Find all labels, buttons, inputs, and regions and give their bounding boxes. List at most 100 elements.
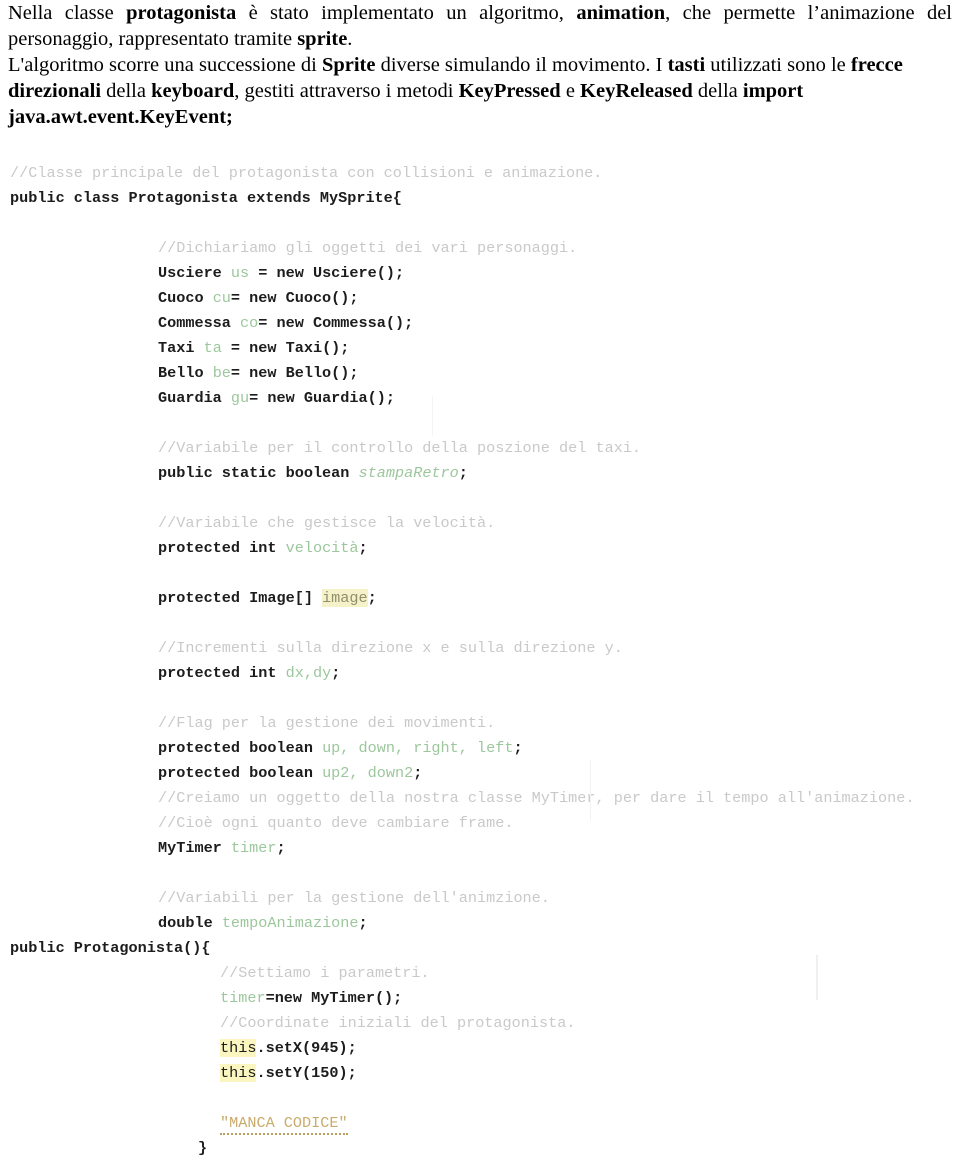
prose-text: della (692, 80, 743, 102)
intro-prose: Nella classe protagonista è stato implem… (8, 0, 952, 130)
code-token-cmt: //Flag per la gestione dei movimenti. (158, 714, 496, 733)
code-token-kw: = new Cuoco(); (230, 289, 359, 308)
code-token-kw: =new MyTimer(); (265, 989, 403, 1008)
prose-emphasis: keyboard (151, 80, 235, 102)
code-token-cmt: //Dichiariamo gli oggetti dei vari perso… (158, 239, 578, 258)
code-token-kw: public Protagonista(){ (10, 939, 211, 958)
code-line: protected boolean up2, down2; (0, 761, 960, 786)
code-token-var: up2, down2 (322, 764, 414, 783)
code-token-kw: protected Image[] (158, 589, 323, 608)
java-code-listing: //Classe principale del protagonista con… (0, 161, 960, 1161)
code-line: double tempoAnimazione; (0, 911, 960, 936)
code-token-kw: .setY(150); (256, 1064, 357, 1083)
prose-text: della (101, 80, 152, 102)
code-line: protected boolean up, down, right, left; (0, 736, 960, 761)
code-line: //Dichiariamo gli oggetti dei vari perso… (0, 236, 960, 261)
code-token-kw: double (158, 914, 222, 933)
code-token-kw: protected boolean (158, 739, 323, 758)
code-token-var: velocità (285, 539, 359, 558)
prose-paragraph-1: Nella classe protagonista è stato implem… (8, 0, 952, 52)
code-line: Usciere us = new Usciere(); (0, 261, 960, 286)
code-token-var: up, down, right, left (322, 739, 514, 758)
code-token-var: be (212, 364, 231, 383)
code-line: public class Protagonista extends MySpri… (0, 186, 960, 211)
code-token-var: tempoAnimazione (221, 914, 359, 933)
code-line: } (0, 1136, 960, 1161)
prose-emphasis: KeyReleased (580, 80, 693, 102)
code-line: //Creiamo un oggetto della nostra classe… (0, 786, 960, 811)
code-token-var: co (240, 314, 259, 333)
code-line: public Protagonista(){ (0, 936, 960, 961)
code-line: Commessa co= new Commessa(); (0, 311, 960, 336)
code-token-cmt: //Variabile che gestisce la velocità. (158, 514, 496, 533)
code-token-cmt: //Creiamo un oggetto della nostra classe… (158, 789, 915, 808)
code-token-kw: .setX(945); (256, 1039, 357, 1058)
code-token-cmt: //Variabili per la gestione dell'animzio… (158, 889, 550, 908)
code-token-hl: this (220, 1039, 257, 1058)
code-line: //Variabile che gestisce la velocità. (0, 511, 960, 536)
code-token-vari: stampaRetro (358, 464, 459, 483)
code-token-kw: ; (413, 764, 423, 783)
code-line: //Settiamo i parametri. (0, 961, 960, 986)
code-line: //Variabile per il controllo della poszi… (0, 436, 960, 461)
code-token-kw: Usciere (158, 264, 231, 283)
prose-text: utilizzati sono le (705, 54, 851, 76)
code-token-cmt: //Cioè ogni quanto deve cambiare frame. (158, 814, 514, 833)
code-token-kw: Commessa (158, 314, 241, 333)
prose-text: e (560, 80, 581, 102)
code-line: protected int velocità; (0, 536, 960, 561)
code-line: Bello be= new Bello(); (0, 361, 960, 386)
prose-text: . (347, 28, 353, 50)
code-token-kw: = new Commessa(); (258, 314, 414, 333)
prose-text: L'algoritmo scorre una successione di (8, 54, 322, 76)
code-token-var: ta (203, 339, 222, 358)
code-line: //Variabili per la gestione dell'animzio… (0, 886, 960, 911)
code-token-kw: = new Guardia(); (249, 389, 395, 408)
code-token-kw: ; (367, 589, 377, 608)
code-token-kw: ; (276, 839, 286, 858)
code-line: MyTimer timer; (0, 836, 960, 861)
code-token-kw: ; (458, 464, 468, 483)
code-token-cmt: //Incrementi sulla direzione x e sulla d… (158, 639, 623, 658)
prose-emphasis: animation (576, 2, 666, 24)
code-line: Cuoco cu= new Cuoco(); (0, 286, 960, 311)
code-token-kw: Bello (158, 364, 213, 383)
code-token-kw: ; (513, 739, 523, 758)
code-line: protected int dx,dy; (0, 661, 960, 686)
prose-emphasis: Sprite (321, 54, 376, 76)
code-line: Taxi ta = new Taxi(); (0, 336, 960, 361)
code-token-manca: "MANCA CODICE" (220, 1114, 348, 1136)
code-token-kw: protected boolean (158, 764, 323, 783)
code-token-hlv: image (322, 589, 368, 608)
code-token-kw: ; (358, 914, 368, 933)
code-line: //Cioè ogni quanto deve cambiare frame. (0, 811, 960, 836)
code-token-var: gu (230, 389, 250, 408)
code-token-kw: = new Taxi(); (221, 339, 350, 358)
code-token-kw: ; (331, 664, 341, 683)
prose-emphasis: KeyPressed (458, 80, 561, 102)
code-token-kw: Cuoco (158, 289, 213, 308)
code-token-kw: = new Bello(); (230, 364, 359, 383)
code-token-cmt: //Variabile per il controllo della poszi… (158, 439, 642, 458)
code-line: public static boolean stampaRetro; (0, 461, 960, 486)
code-token-var: us (230, 264, 250, 283)
code-token-kw: public static boolean (158, 464, 359, 483)
code-token-var: cu (212, 289, 231, 308)
code-token-var: dx,dy (285, 664, 332, 683)
code-token-cmt: //Coordinate iniziali del protagonista. (220, 1014, 576, 1033)
code-token-kw: = new Usciere(); (249, 264, 405, 283)
code-line: this.setX(945); (0, 1036, 960, 1061)
code-line: protected Image[] image; (0, 586, 960, 611)
prose-text: è stato implementato un algoritmo, (236, 2, 577, 24)
code-token-kw: protected int (158, 539, 286, 558)
prose-emphasis: tasti (667, 54, 706, 76)
code-line: "MANCA CODICE" (0, 1111, 960, 1136)
prose-paragraph-2: L'algoritmo scorre una successione di Sp… (8, 52, 952, 130)
